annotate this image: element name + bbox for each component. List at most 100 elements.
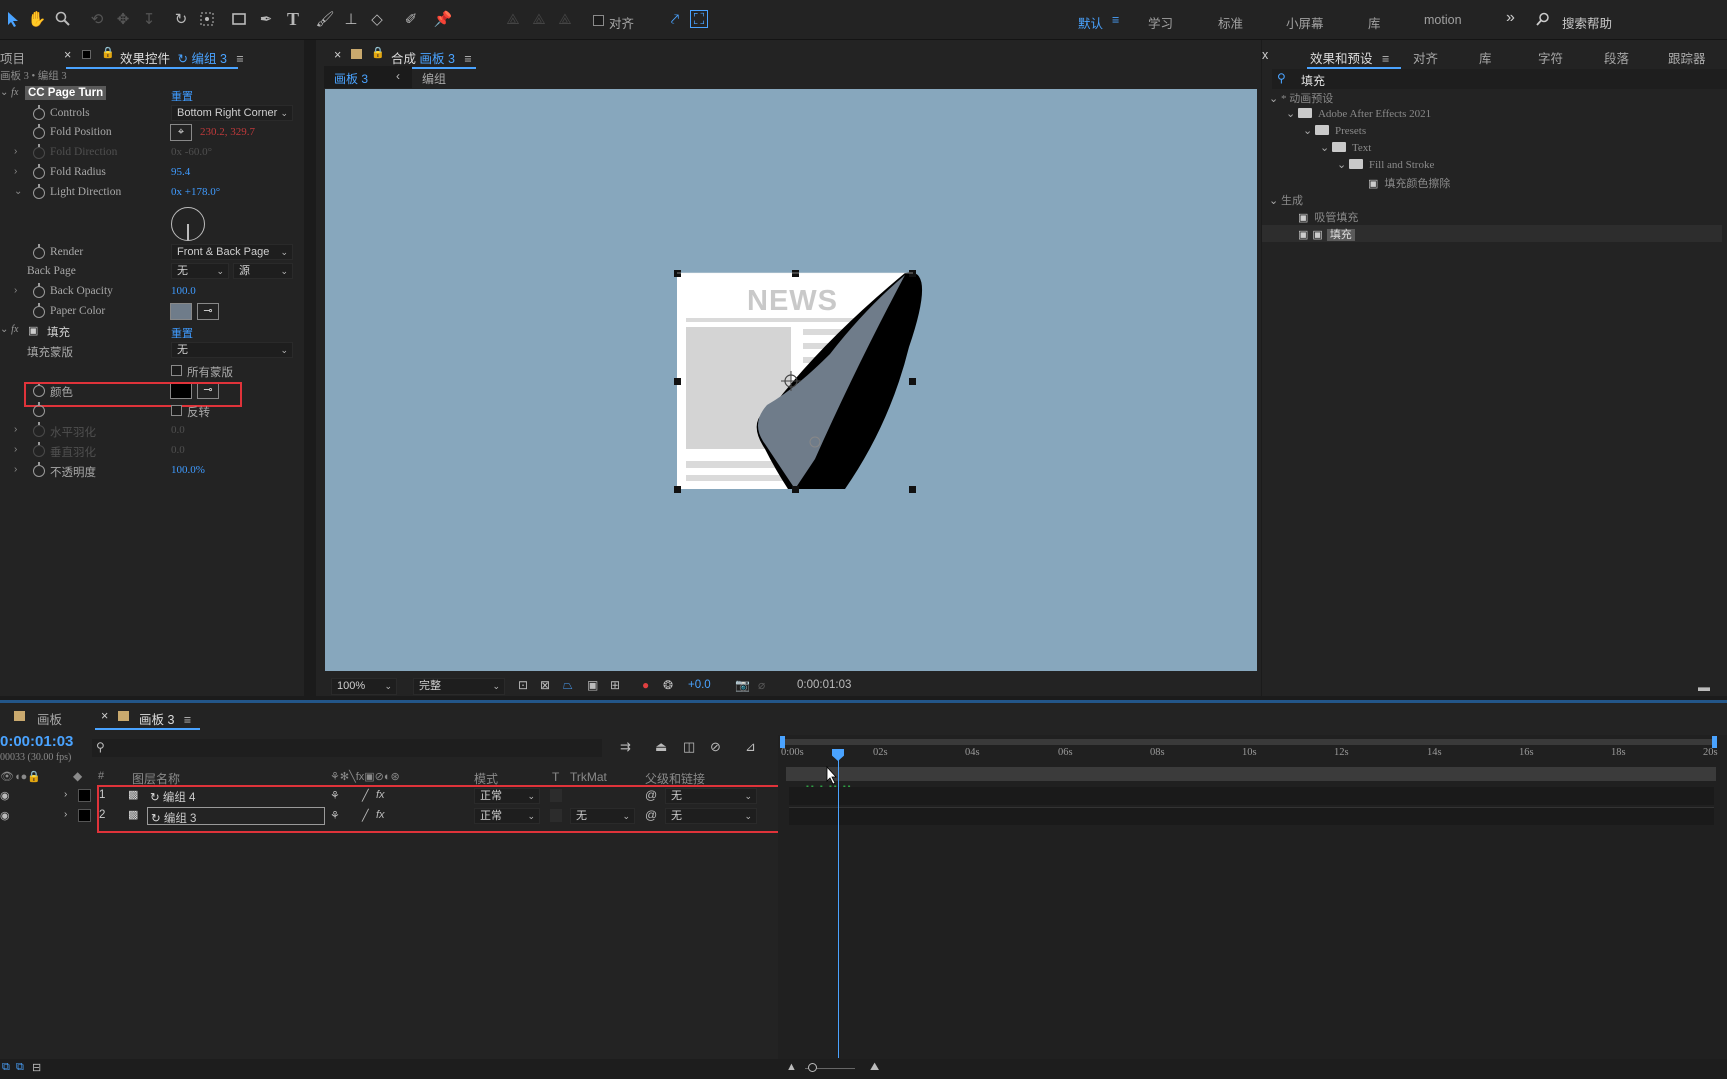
- tree-item-text[interactable]: ⌄ Text: [1320, 141, 1371, 154]
- tree-item-fill[interactable]: ▣ ▣ 填充: [1298, 226, 1355, 242]
- twirl-icon[interactable]: ›: [14, 464, 17, 475]
- tree-item-fill-stroke[interactable]: ⌄ Fill and Stroke: [1337, 158, 1434, 171]
- channel-icon[interactable]: ●: [642, 678, 649, 692]
- stopwatch-icon[interactable]: [33, 184, 45, 199]
- workspace-learn[interactable]: 学习: [1148, 13, 1173, 32]
- more-workspaces-icon[interactable]: »: [1506, 9, 1515, 27]
- composition-viewer[interactable]: NEWS: [325, 89, 1257, 671]
- comp-timecode[interactable]: 0:00:01:03: [797, 679, 851, 691]
- controls-dropdown[interactable]: Bottom Right Corner ⌄: [171, 105, 293, 121]
- tree-item-ae-2021[interactable]: ⌄ Adobe After Effects 2021: [1286, 107, 1431, 120]
- crosshair-icon[interactable]: ⌖: [170, 124, 192, 141]
- back-page-source-dropdown[interactable]: 源 ⌄: [233, 263, 293, 279]
- tree-item-animation-presets[interactable]: ⌄ * 动画预设: [1269, 90, 1333, 106]
- layer-bar[interactable]: [789, 787, 1714, 805]
- 3d-view-icon[interactable]: ⊞: [610, 678, 620, 692]
- workspace-libraries[interactable]: 库: [1368, 13, 1381, 32]
- invert-checkbox[interactable]: [171, 405, 182, 416]
- stopwatch-icon[interactable]: [33, 283, 45, 298]
- label-color[interactable]: [78, 809, 91, 822]
- eraser-tool-icon[interactable]: ◇: [366, 8, 388, 30]
- twirl-icon[interactable]: ›: [14, 444, 17, 455]
- rotate-tool-icon[interactable]: ↻: [170, 8, 192, 30]
- dolly-camera-icon[interactable]: ↧: [138, 8, 160, 30]
- stopwatch-icon[interactable]: [33, 303, 45, 318]
- zoom-in-icon[interactable]: ⛰: [870, 1061, 879, 1074]
- toggle-switches-icon[interactable]: ⧉: [16, 1061, 24, 1074]
- fold-radius-value[interactable]: 95.4: [171, 166, 190, 178]
- render-dropdown[interactable]: Front & Back Page ⌄: [171, 244, 293, 260]
- transparency-grid-icon[interactable]: ⊠: [540, 678, 550, 692]
- brush-tool-icon[interactable]: 🖌: [314, 8, 336, 30]
- pan-camera-icon[interactable]: ✥: [112, 8, 134, 30]
- twirl-icon[interactable]: ›: [14, 285, 17, 296]
- frame-blending-icon[interactable]: ⊘: [710, 739, 721, 755]
- stopwatch-icon[interactable]: [33, 244, 45, 259]
- reset-link[interactable]: 重置: [171, 325, 193, 341]
- hand-tool-icon[interactable]: ✋: [26, 8, 48, 30]
- tab-character[interactable]: 字符: [1538, 48, 1563, 67]
- tab-effects-presets[interactable]: 效果和预设 ≡: [1310, 48, 1389, 67]
- timeline-search-input[interactable]: ⚲: [92, 739, 602, 757]
- selection-tool-icon[interactable]: [2, 8, 24, 30]
- tree-item-generate[interactable]: ⌄ 生成: [1269, 192, 1303, 208]
- workspace-small-screen[interactable]: 小屏幕: [1286, 13, 1324, 32]
- draft-3d-icon[interactable]: ⏏: [655, 739, 667, 755]
- snap-icon[interactable]: ⤤: [664, 8, 686, 30]
- type-tool-icon[interactable]: T: [282, 8, 304, 30]
- zoom-out-icon[interactable]: ▲: [786, 1061, 797, 1073]
- effect-name[interactable]: 填充: [47, 324, 70, 340]
- close-tab-icon[interactable]: ×: [64, 48, 71, 62]
- align-checkbox[interactable]: [593, 15, 604, 26]
- workspace-menu-icon[interactable]: ≡: [1112, 13, 1119, 27]
- twirl-icon[interactable]: ›: [64, 789, 67, 800]
- work-area-bar[interactable]: [782, 739, 1716, 745]
- close-tab-icon[interactable]: ×: [101, 709, 108, 723]
- stopwatch-icon[interactable]: [33, 462, 45, 477]
- eyedropper-icon[interactable]: ⊸: [197, 303, 219, 320]
- twirl-icon[interactable]: ›: [14, 424, 17, 435]
- twirl-icon[interactable]: ›: [14, 146, 17, 157]
- timeline-graph-area[interactable]: [778, 735, 1727, 1065]
- exposure-reset-icon[interactable]: ❂: [663, 678, 673, 692]
- tab-artboard[interactable]: 画板: [37, 709, 62, 728]
- paper-color-swatch[interactable]: [170, 303, 192, 320]
- mask-visibility-icon[interactable]: ⏢: [563, 678, 573, 693]
- twirl-icon[interactable]: ›: [14, 166, 17, 177]
- snapshot-camera-icon[interactable]: 📷: [735, 678, 750, 692]
- grid-guides-icon[interactable]: ▣: [587, 678, 598, 692]
- effects-search-input[interactable]: ⚲ 填充: [1272, 69, 1727, 89]
- resolution-dropdown[interactable]: 完整 ⌄: [413, 678, 505, 695]
- tab-libraries[interactable]: 库: [1479, 48, 1492, 67]
- workspace-standard[interactable]: 标准: [1218, 13, 1243, 32]
- toggle-modes-icon[interactable]: ⊟: [32, 1061, 41, 1074]
- layer-bar[interactable]: [789, 807, 1714, 825]
- roto-brush-tool-icon[interactable]: ✐: [400, 8, 422, 30]
- shy-layers-icon[interactable]: ◫: [683, 739, 695, 755]
- workspace-motion[interactable]: motion: [1424, 13, 1462, 27]
- comp-breadcrumb-active[interactable]: 画板 3 ‹: [324, 66, 412, 88]
- pen-tool-icon[interactable]: ✒: [255, 8, 277, 30]
- exposure-value[interactable]: +0.0: [688, 679, 711, 691]
- workspace-default[interactable]: 默认: [1078, 13, 1103, 32]
- new-folder-icon[interactable]: ▬: [1698, 680, 1710, 694]
- tab-tracker[interactable]: 跟踪器: [1668, 48, 1718, 67]
- eye-icon[interactable]: ◉: [0, 789, 10, 802]
- stopwatch-icon[interactable]: [33, 124, 45, 139]
- tree-item-presets[interactable]: ⌄ Presets: [1303, 124, 1366, 137]
- eye-icon[interactable]: ◉: [0, 809, 10, 822]
- puppet-pin-tool-icon[interactable]: 📌: [432, 8, 454, 30]
- search-help-input[interactable]: 搜索帮助: [1562, 13, 1612, 32]
- anchor-tool-icon[interactable]: [196, 8, 218, 30]
- angle-dial[interactable]: [171, 207, 205, 241]
- tree-item-eyedropper-fill[interactable]: ▣ 吸管填充: [1298, 209, 1358, 225]
- tree-item-fill-color-wipe[interactable]: ▣ 填充颜色擦除: [1368, 175, 1450, 191]
- stopwatch-icon[interactable]: [33, 402, 45, 417]
- zoom-slider-thumb[interactable]: [808, 1063, 817, 1072]
- close-tab-icon[interactable]: ×: [334, 48, 341, 62]
- current-time-display[interactable]: 0:00:01:03: [0, 733, 73, 750]
- tab-align[interactable]: 对齐: [1413, 48, 1438, 67]
- tab-composition[interactable]: 合成 画板 3 ≡: [391, 48, 472, 67]
- back-opacity-value[interactable]: 100.0: [171, 285, 196, 297]
- lock-icon[interactable]: 🔒: [101, 46, 115, 59]
